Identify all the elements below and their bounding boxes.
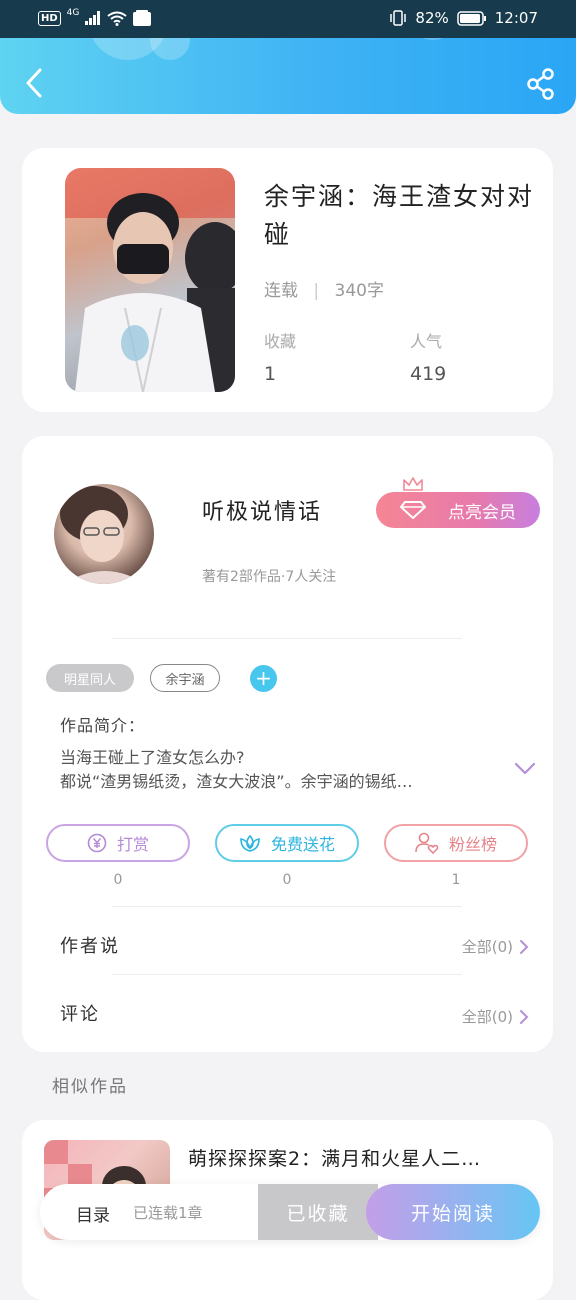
similar-works-title: 相似作品 (52, 1077, 128, 1097)
start-reading-button[interactable]: 开始阅读 (366, 1184, 540, 1240)
vip-button[interactable]: 点亮会员 (376, 492, 540, 528)
tag-celebrity-fanfic[interactable]: 明星同人 (46, 664, 134, 692)
popularity-value: 419 (410, 363, 447, 385)
send-flower-button[interactable]: 免费送花 (215, 824, 359, 862)
author-avatar[interactable] (54, 484, 154, 584)
book-meta: 连载 | 340字 (264, 276, 384, 301)
flower-count: 0 (282, 872, 292, 888)
reward-label: 打赏 (116, 835, 149, 854)
crown-icon (403, 477, 423, 491)
clock: 12:07 (494, 9, 538, 27)
chevron-down-icon[interactable] (514, 762, 536, 776)
comments-all[interactable]: 全部(0) (462, 1006, 529, 1027)
battery-icon (457, 10, 486, 26)
vibrate-icon (390, 10, 407, 26)
reward-button[interactable]: 打赏 (46, 824, 190, 862)
signal-icon (85, 11, 101, 25)
popularity-label: 人气 (410, 332, 443, 351)
network-type: 4G (66, 8, 80, 18)
battery-percent: 82% (415, 9, 449, 27)
send-flower-label: 免费送花 (270, 835, 335, 854)
book-info-card: 余宇涵：海王渣女对对碰 连载 | 340字 收藏 1 人气 419 (22, 148, 553, 412)
book-cover[interactable] (65, 168, 235, 392)
meta-divider: | (313, 281, 320, 301)
diamond-icon (400, 501, 426, 519)
divider (112, 638, 462, 639)
intro-label: 作品简介： (60, 716, 146, 735)
flower-icon (240, 834, 260, 852)
author-says-all[interactable]: 全部(0) (462, 936, 529, 957)
comments-label: 评论 (60, 1004, 100, 1025)
author-says-label: 作者说 (60, 936, 120, 957)
bottom-action-bar: 目录 已连载1章 已收藏 开始阅读 (40, 1184, 540, 1240)
wifi-icon (107, 11, 127, 26)
chevron-right-icon (520, 939, 529, 954)
favorites-label: 收藏 (264, 332, 297, 351)
reward-count: 0 (113, 872, 123, 888)
fans-count: 1 (451, 872, 461, 888)
header: HD 4G 82% 12:07 (0, 0, 576, 114)
intro-line-2: 都说“渣男锡纸烫，渣女大波浪”。余宇涵的锡纸… (60, 772, 413, 791)
intro-text: 当海王碰上了渣女怎么办? 都说“渣男锡纸烫，渣女大波浪”。余宇涵的锡纸… (60, 746, 480, 794)
tag-character[interactable]: 余宇涵 (150, 664, 220, 692)
favorited-button[interactable]: 已收藏 (258, 1184, 378, 1240)
fans-ranking-button[interactable]: 粉丝榜 (384, 824, 528, 862)
author-says-count: 全部(0) (461, 938, 513, 956)
share-icon[interactable] (526, 68, 556, 100)
status-bar: HD 4G 82% 12:07 (0, 0, 576, 38)
similar-work-title: 萌探探探案2：满月和火星人二… (188, 1148, 482, 1170)
cover-illustration (65, 168, 235, 392)
serial-status: 连载 (264, 281, 298, 301)
fans-ranking-label: 粉丝榜 (448, 835, 497, 854)
book-title: 余宇涵：海王渣女对对碰 (264, 182, 535, 249)
author-summary: 著有2部作品·7人关注 (202, 569, 337, 585)
app-notification-icon (133, 10, 152, 26)
intro-line-1: 当海王碰上了渣女怎么办? (60, 748, 245, 767)
vip-button-label: 点亮会员 (448, 502, 516, 523)
divider (112, 974, 462, 975)
comments-count: 全部(0) (461, 1008, 513, 1026)
back-arrow-icon[interactable] (20, 66, 50, 100)
favorites-value: 1 (264, 363, 277, 385)
avatar-illustration (60, 486, 146, 584)
author-name[interactable]: 听极说情话 (202, 494, 322, 526)
chevron-right-icon (520, 1009, 529, 1024)
add-tag-button[interactable]: + (250, 665, 277, 692)
hd-badge: HD (38, 10, 61, 26)
chapter-count: 已连载1章 (133, 1204, 203, 1222)
word-count: 340字 (334, 281, 384, 301)
user-heart-icon (415, 832, 439, 854)
coin-icon (87, 833, 107, 853)
details-card: 听极说情话 著有2部作品·7人关注 点亮会员 明星同人 余宇涵 + 作品简介： … (22, 436, 553, 1052)
divider (112, 906, 462, 907)
toc-button[interactable]: 目录 (76, 1201, 110, 1226)
